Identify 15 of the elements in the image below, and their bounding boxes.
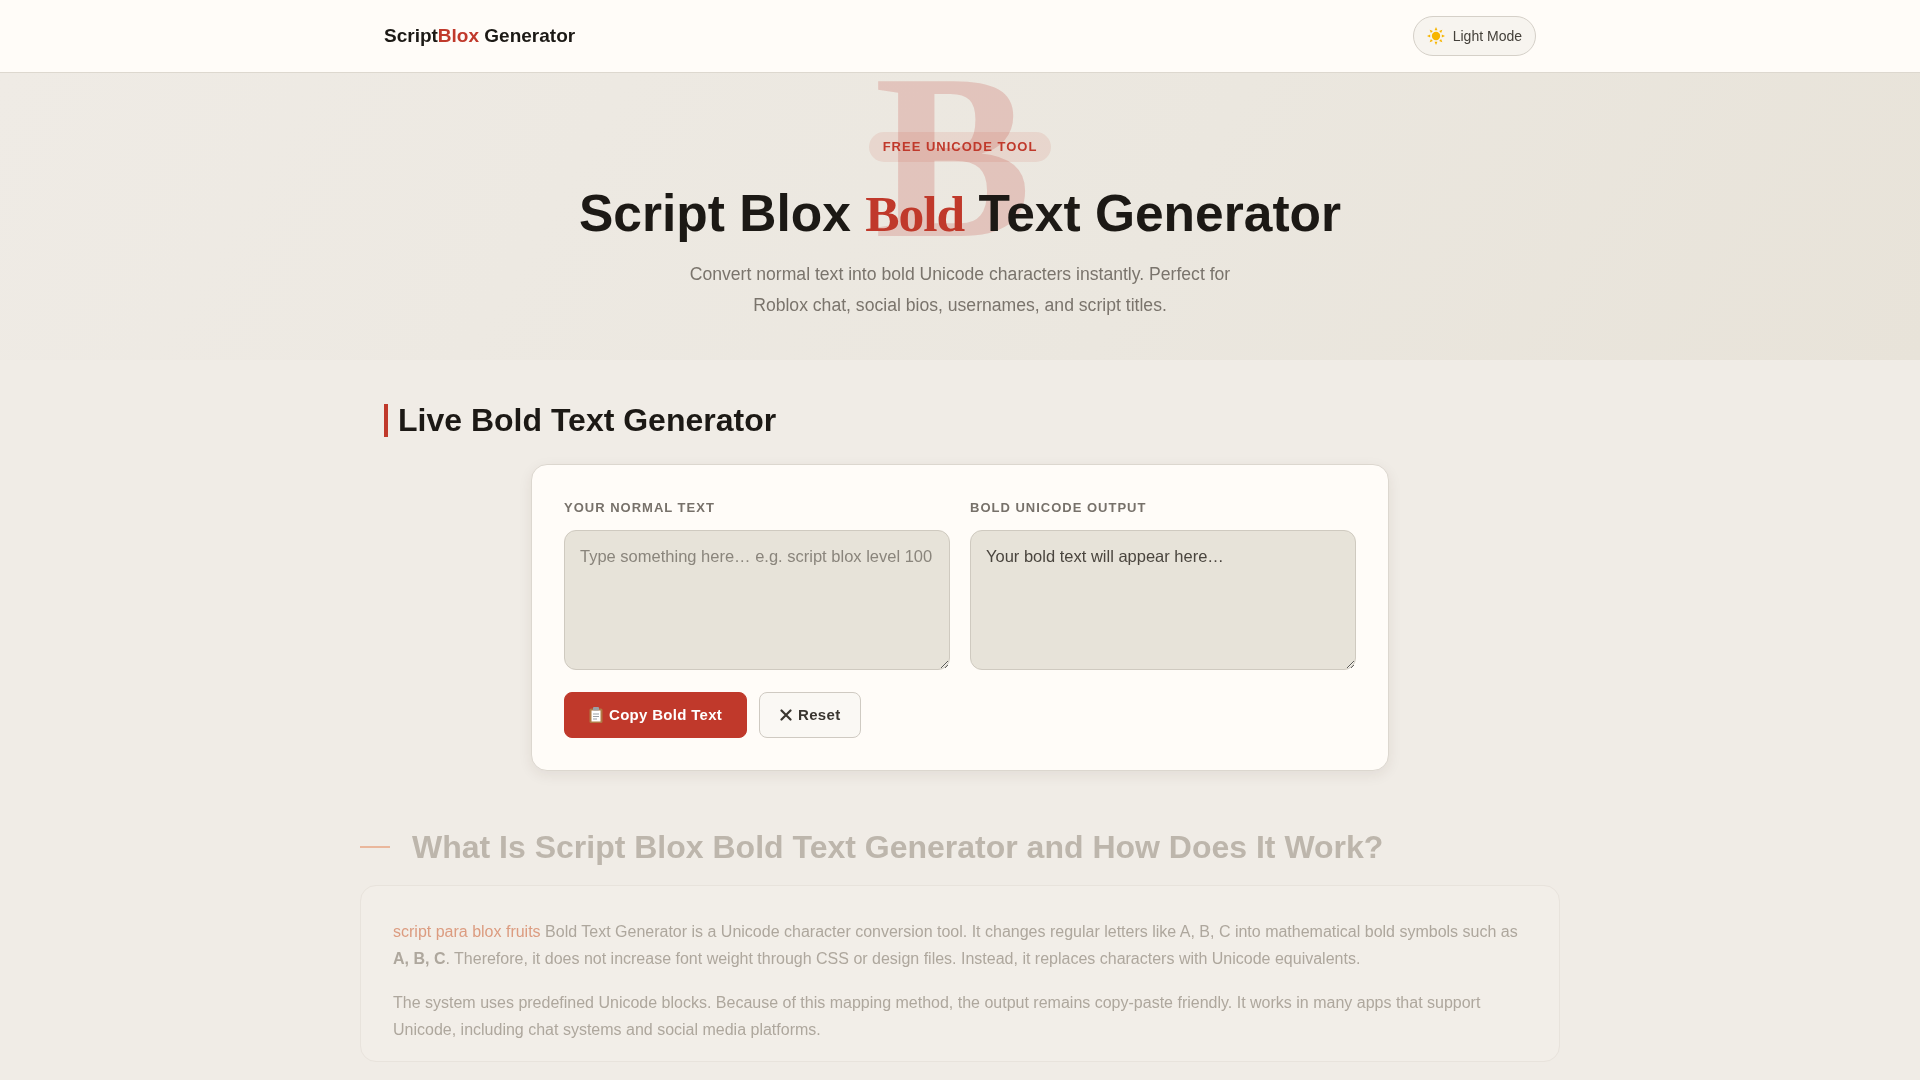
field-label: YOUR NORMAL TEXT <box>564 499 715 517</box>
copy-button[interactable]: Copy Bold Text <box>564 692 748 738</box>
section-heading: Live Bold Text Generator <box>384 404 777 437</box>
close-icon <box>780 709 793 721</box>
body-paragraph: script para blox fruits Bold Text Generator is a Unicode character conversion tool. It changes regular letters like A, B, C into mathematical bold symbols such as A, B, C. Therefore, it does not increase font weight through CSS or design files. Instead, it replaces characters with Unicode equivalents. <box>393 922 1519 969</box>
theme-toggle-button[interactable]: Light Mode <box>1412 16 1536 56</box>
output-field[interactable]: Your bold text will appear here… <box>970 530 1356 670</box>
sun-icon <box>1426 27 1445 45</box>
field-label: BOLD UNICODE OUTPUT <box>970 499 1147 517</box>
body-paragraph: The system uses predefined Unicode blocks. Because of this mapping method, the output remains copy-paste friendly. It works in many apps that support Unicode, including chat systems and social media platforms. <box>393 993 1482 1040</box>
section-heading: What Is Script Blox Bold Text Generator and How Does It Work? <box>412 828 1384 867</box>
clipboard-icon <box>589 707 603 723</box>
site-logo[interactable]: ScriptBlox Generator <box>384 21 576 51</box>
input-field[interactable]: Type something here… e.g. script blox level 100 <box>564 530 950 670</box>
reset-button[interactable]: Reset <box>759 692 862 738</box>
